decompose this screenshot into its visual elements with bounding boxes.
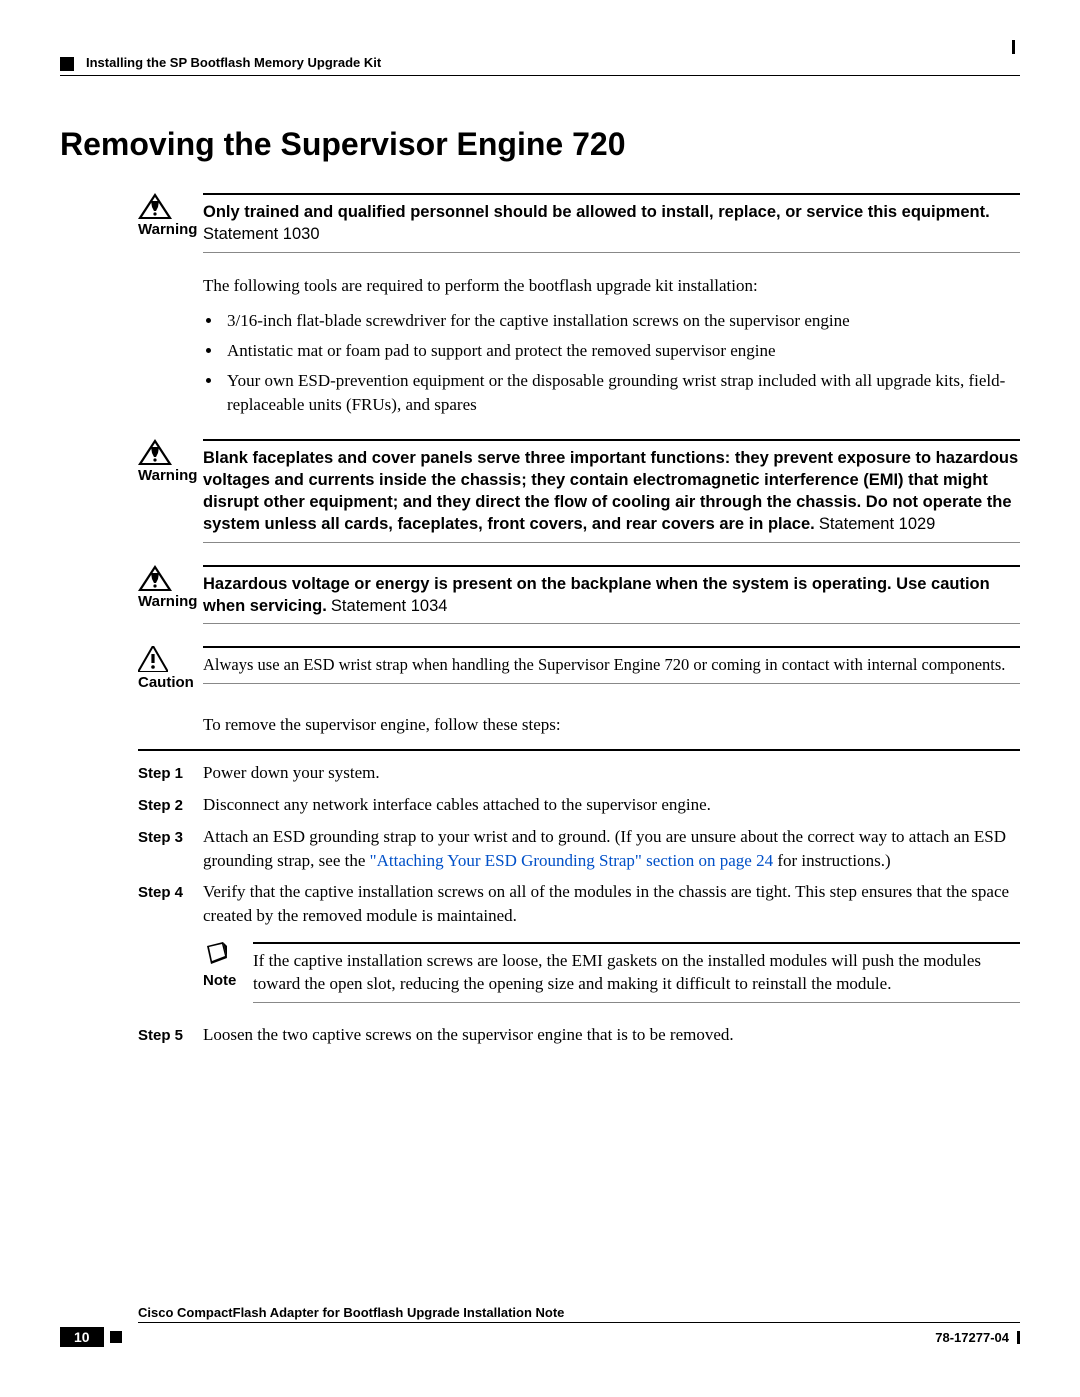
step-label: Step 4: [138, 880, 203, 903]
warning-icon: [138, 193, 172, 219]
footer-marker-icon: [110, 1331, 122, 1343]
warning-block: Warning Only trained and qualified perso…: [138, 193, 1020, 253]
step-text: Power down your system.: [203, 761, 1020, 785]
warning-icon: [138, 439, 172, 465]
warning-block: Warning Blank faceplates and cover panel…: [138, 439, 1020, 543]
warning-icon: [138, 565, 172, 591]
page-number: 10: [60, 1327, 104, 1347]
intro-paragraph: The following tools are required to perf…: [203, 275, 1020, 298]
running-header: Installing the SP Bootflash Memory Upgra…: [60, 55, 1020, 76]
step-text: Verify that the captive installation scr…: [203, 880, 1020, 1014]
footer-doc-title: Cisco CompactFlash Adapter for Bootflash…: [138, 1305, 1020, 1320]
crop-mark: [1017, 1331, 1020, 1344]
caution-block: Caution Always use an ESD wrist strap wh…: [138, 646, 1020, 692]
warning-text: Only trained and qualified personnel sho…: [203, 193, 1020, 253]
step-row: Step 5 Loosen the two captive screws on …: [138, 1023, 1020, 1047]
step-text: Disconnect any network interface cables …: [203, 793, 1020, 817]
cross-reference-link[interactable]: "Attaching Your ESD Grounding Strap" sec…: [370, 851, 773, 870]
step-label: Step 1: [138, 761, 203, 784]
warning-block: Warning Hazardous voltage or energy is p…: [138, 565, 1020, 625]
list-item: Your own ESD-prevention equipment or the…: [223, 369, 1020, 417]
note-icon: [203, 942, 231, 966]
note-label: Note: [203, 972, 236, 989]
step-label: Step 2: [138, 793, 203, 816]
warning-text: Hazardous voltage or energy is present o…: [203, 565, 1020, 625]
list-item: 3/16-inch flat-blade screwdriver for the…: [223, 309, 1020, 333]
divider: [138, 1322, 1020, 1323]
step-text: Loosen the two captive screws on the sup…: [203, 1023, 1020, 1047]
list-item: Antistatic mat or foam pad to support an…: [223, 339, 1020, 363]
warning-label: Warning: [138, 221, 197, 238]
caution-label: Caution: [138, 674, 194, 691]
step-row: Step 1 Power down your system.: [138, 761, 1020, 785]
part-number: 78-17277-04: [935, 1330, 1009, 1345]
page-title: Removing the Supervisor Engine 720: [60, 126, 1020, 163]
warning-text: Blank faceplates and cover panels serve …: [203, 439, 1020, 543]
step-label: Step 3: [138, 825, 203, 848]
step-row: Step 3 Attach an ESD grounding strap to …: [138, 825, 1020, 873]
steps-list: Step 1 Power down your system. Step 2 Di…: [138, 749, 1020, 1046]
divider: [138, 749, 1020, 751]
caution-text: Always use an ESD wrist strap when handl…: [203, 646, 1020, 683]
step-row: Step 4 Verify that the captive installat…: [138, 880, 1020, 1014]
page-footer: Cisco CompactFlash Adapter for Bootflash…: [60, 1305, 1020, 1347]
step-text: Attach an ESD grounding strap to your wr…: [203, 825, 1020, 873]
header-section-title: Installing the SP Bootflash Memory Upgra…: [86, 55, 381, 70]
warning-label: Warning: [138, 467, 197, 484]
step-row: Step 2 Disconnect any network interface …: [138, 793, 1020, 817]
caution-icon: [138, 646, 168, 672]
header-marker-icon: [60, 57, 74, 71]
step-label: Step 5: [138, 1023, 203, 1046]
crop-mark: [1012, 40, 1015, 54]
steps-lead: To remove the supervisor engine, follow …: [203, 714, 1020, 737]
note-block: Note If the captive installation screws …: [203, 942, 1020, 1003]
tools-list: 3/16-inch flat-blade screwdriver for the…: [223, 309, 1020, 416]
note-text: If the captive installation screws are l…: [253, 942, 1020, 1003]
warning-label: Warning: [138, 593, 197, 610]
